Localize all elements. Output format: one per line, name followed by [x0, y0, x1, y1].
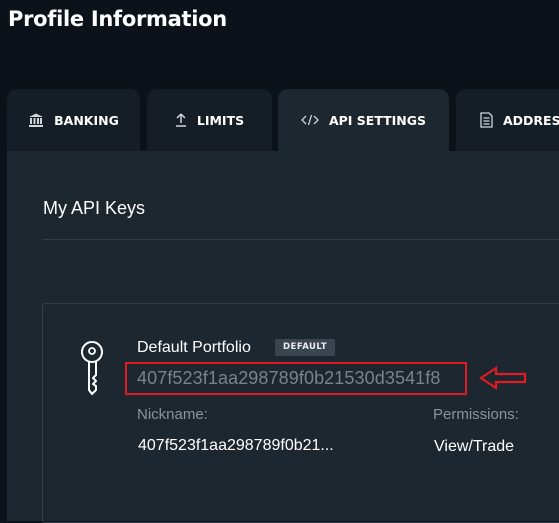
permissions-value: View/Trade: [434, 438, 515, 455]
portfolio-name: Default Portfolio: [137, 339, 251, 356]
tab-banking[interactable]: BANKING: [7, 89, 140, 151]
tab-label: LIMITS: [196, 112, 245, 128]
divider: [43, 239, 559, 240]
section-title: My API Keys: [43, 198, 146, 218]
nickname-label: Nickname:: [137, 406, 208, 423]
annotation-highlight-box: [125, 362, 467, 395]
tab-api-settings[interactable]: API SETTINGS: [278, 89, 449, 151]
upload-icon: [175, 113, 187, 127]
tab-label: BANKING: [54, 112, 119, 128]
bank-icon: [28, 113, 44, 127]
arrow-left-icon: [479, 366, 527, 390]
nickname-value: 407f523f1aa298789f0b21...: [138, 437, 334, 454]
page-title: Profile Information: [8, 7, 227, 31]
key-icon: [81, 341, 103, 395]
tab-label: API SETTINGS: [328, 112, 427, 128]
tab-limits[interactable]: LIMITS: [147, 89, 272, 151]
default-badge: DEFAULT: [275, 339, 336, 356]
document-icon: [480, 112, 493, 128]
code-icon: [301, 114, 319, 126]
permissions-label: Permissions:: [433, 406, 519, 423]
tab-label: ADDRESS: [503, 112, 559, 128]
tab-address[interactable]: ADDRESS: [456, 89, 559, 151]
